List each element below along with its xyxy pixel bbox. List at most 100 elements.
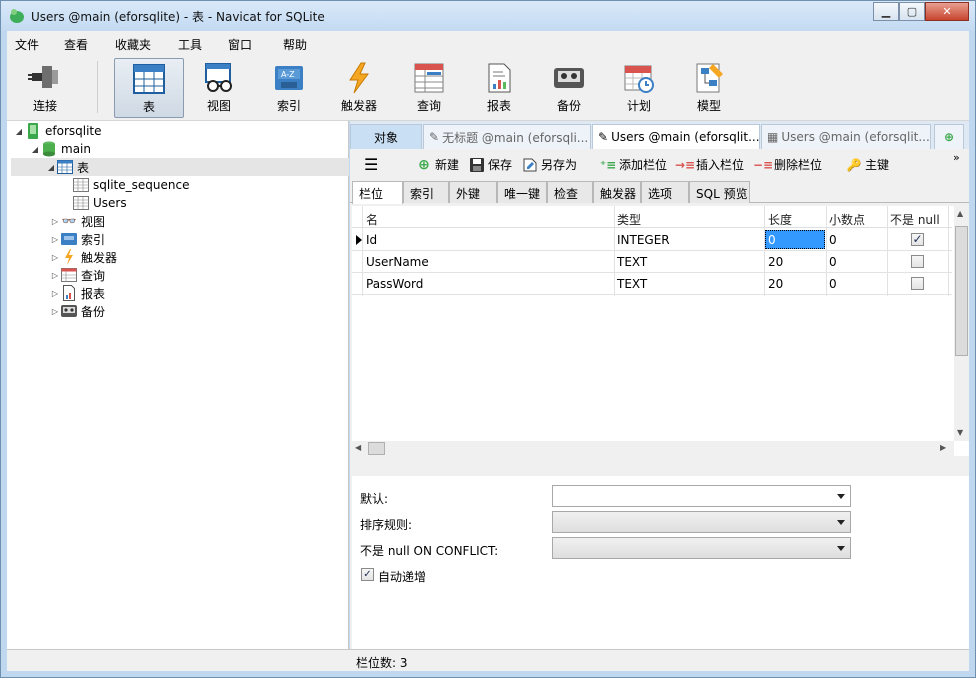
delete-field-button[interactable]: −≡ 删除栏位 <box>753 156 822 173</box>
scroll-right-arrow-icon[interactable]: ▶ <box>940 443 946 452</box>
tab-unique[interactable]: 唯一键 <box>497 181 547 203</box>
field-length[interactable]: 20 <box>768 255 783 269</box>
backup-button[interactable]: 备份 <box>534 58 604 118</box>
menu-help[interactable]: 帮助 <box>283 36 307 53</box>
tree-node-schema[interactable]: ◢ main <box>29 140 91 158</box>
insert-field-button[interactable]: →≡ 插入栏位 <box>675 156 744 173</box>
horizontal-scrollbar[interactable]: ◀ ▶ <box>352 441 954 456</box>
view-button[interactable]: 视图 <box>184 58 254 118</box>
tree-table-users[interactable]: Users <box>73 194 127 212</box>
tab-options[interactable]: 选项 <box>641 181 689 203</box>
expanded-arrow-icon[interactable]: ◢ <box>29 145 41 154</box>
menu-favorites[interactable]: 收藏夹 <box>115 36 151 53</box>
menu-tools[interactable]: 工具 <box>178 36 202 53</box>
tree-node-reports[interactable]: ▷ 报表 <box>49 284 105 302</box>
tab-foreign-keys[interactable]: 外键 <box>449 181 497 203</box>
expanded-arrow-icon[interactable]: ◢ <box>45 163 57 172</box>
field-decimal[interactable]: 0 <box>829 255 837 269</box>
field-name[interactable]: PassWord <box>366 277 423 291</box>
header-length[interactable]: 长度 <box>768 211 792 228</box>
field-decimal[interactable]: 0 <box>829 277 837 291</box>
tab-untitled[interactable]: ✎ 无标题 @main (eforsqli... <box>423 124 591 149</box>
chevron-down-icon[interactable] <box>837 494 845 499</box>
tab-triggers[interactable]: 触发器 <box>593 181 641 203</box>
schedule-button[interactable]: 计划 <box>604 58 674 118</box>
save-button[interactable]: 保存 <box>469 156 512 173</box>
field-length[interactable]: 0 <box>765 230 825 249</box>
collation-select[interactable] <box>552 511 851 533</box>
scrollbar-thumb[interactable] <box>955 226 968 356</box>
collapsed-arrow-icon[interactable]: ▷ <box>49 289 61 298</box>
field-name[interactable]: UserName <box>366 255 429 269</box>
index-button[interactable]: A-Z 索引 <box>254 58 324 118</box>
collapsed-arrow-icon[interactable]: ▷ <box>49 217 61 226</box>
table-row[interactable]: PassWord TEXT 20 0 <box>352 273 952 295</box>
model-button[interactable]: 模型 <box>674 58 744 118</box>
tab-users-design[interactable]: ✎ Users @main (eforsqlit... <box>592 124 760 149</box>
report-button[interactable]: 报表 <box>464 58 534 118</box>
header-name[interactable]: 名 <box>366 211 378 228</box>
tree-node-db[interactable]: ◢ eforsqlite <box>13 122 102 140</box>
table-row[interactable]: UserName TEXT 20 0 <box>352 251 952 273</box>
title-bar[interactable]: Users @main (eforsqlite) - 表 - Navicat f… <box>1 1 975 31</box>
field-length[interactable]: 20 <box>768 277 783 291</box>
maximize-button[interactable]: ▢ <box>899 2 925 21</box>
field-type[interactable]: TEXT <box>617 277 647 291</box>
tree-node-indexes[interactable]: ▷ 索引 <box>49 230 105 248</box>
scrollbar-thumb[interactable] <box>368 442 385 455</box>
tab-sql-preview[interactable]: SQL 预览 <box>689 181 750 203</box>
default-combobox[interactable] <box>552 485 851 507</box>
save-as-button[interactable]: 另存为 <box>522 156 577 173</box>
not-null-checkbox[interactable] <box>911 277 924 290</box>
tab-indexes[interactable]: 索引 <box>403 181 449 203</box>
tab-objects[interactable]: 对象 <box>350 124 422 149</box>
scroll-left-arrow-icon[interactable]: ◀ <box>355 443 361 452</box>
header-decimal[interactable]: 小数点 <box>829 211 865 228</box>
minimize-button[interactable]: ▁ <box>873 2 899 21</box>
chevron-down-icon[interactable] <box>837 546 845 551</box>
conflict-select[interactable] <box>552 537 851 559</box>
hamburger-menu-icon[interactable]: ☰ <box>364 155 378 174</box>
tree-node-queries[interactable]: ▷ 查询 <box>49 266 105 284</box>
vertical-scrollbar[interactable]: ▲ ▼ <box>954 206 969 441</box>
new-button[interactable]: ⊕ 新建 <box>416 156 459 173</box>
close-button[interactable]: ✕ <box>925 2 969 21</box>
primary-key-button[interactable]: 🔑 主键 <box>846 156 890 173</box>
toolbar-overflow-icon[interactable]: » <box>953 151 960 164</box>
menu-file[interactable]: 文件 <box>15 36 39 53</box>
tab-users-data[interactable]: ▦ Users @main (eforsqlit... <box>761 124 931 149</box>
tree-node-backups[interactable]: ▷ 备份 <box>49 302 105 320</box>
header-not-null[interactable]: 不是 null <box>890 211 940 228</box>
scroll-down-arrow-icon[interactable]: ▼ <box>957 428 963 437</box>
header-type[interactable]: 类型 <box>617 211 641 228</box>
autoincrement-checkbox[interactable]: ✓ <box>361 568 374 581</box>
tree-node-tables[interactable]: ◢ 表 <box>45 158 89 176</box>
menu-window[interactable]: 窗口 <box>228 36 252 53</box>
add-field-button[interactable]: ⁺≡ 添加栏位 <box>600 156 667 173</box>
tree-node-triggers[interactable]: ▷ 触发器 <box>49 248 117 266</box>
collapsed-arrow-icon[interactable]: ▷ <box>49 253 61 262</box>
field-decimal[interactable]: 0 <box>829 233 837 247</box>
connect-button[interactable]: 连接 <box>10 58 80 118</box>
field-type[interactable]: INTEGER <box>617 233 670 247</box>
tree-node-views[interactable]: ▷ 👓 视图 <box>49 212 105 230</box>
collapsed-arrow-icon[interactable]: ▷ <box>49 235 61 244</box>
expanded-arrow-icon[interactable]: ◢ <box>13 127 25 136</box>
table-row[interactable]: Id INTEGER 0 0 ✓ <box>352 229 952 251</box>
chevron-down-icon[interactable] <box>837 520 845 525</box>
not-null-checkbox[interactable]: ✓ <box>911 233 924 246</box>
field-type[interactable]: TEXT <box>617 255 647 269</box>
field-name[interactable]: Id <box>366 233 377 247</box>
collapsed-arrow-icon[interactable]: ▷ <box>49 271 61 280</box>
trigger-button[interactable]: 触发器 <box>324 58 394 118</box>
scroll-up-arrow-icon[interactable]: ▲ <box>957 209 963 218</box>
new-tab-button[interactable]: ⊕ <box>934 124 964 149</box>
collapsed-arrow-icon[interactable]: ▷ <box>49 307 61 316</box>
table-button[interactable]: 表 <box>114 58 184 118</box>
tab-checks[interactable]: 检查 <box>547 181 593 203</box>
not-null-checkbox[interactable] <box>911 255 924 268</box>
tree-table-sqlite-sequence[interactable]: sqlite_sequence <box>73 176 189 194</box>
menu-view[interactable]: 查看 <box>64 36 88 53</box>
tab-fields[interactable]: 栏位 <box>352 181 403 204</box>
query-button[interactable]: 查询 <box>394 58 464 118</box>
